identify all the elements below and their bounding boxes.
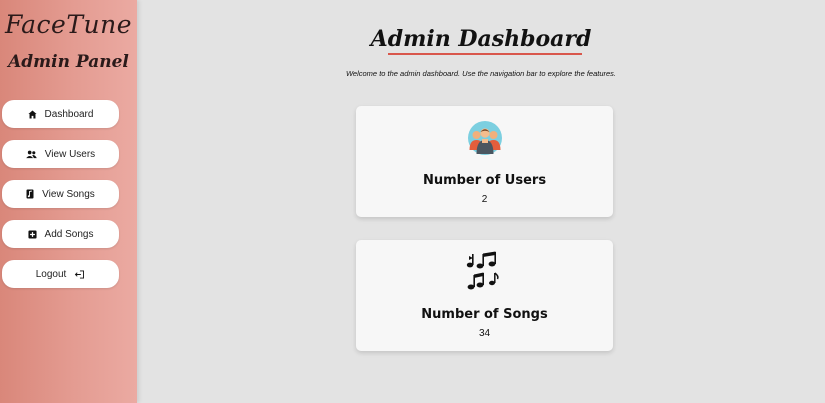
music-file-icon [26,189,34,199]
title-underline [388,53,582,55]
sidebar-item-label: View Songs [42,188,95,200]
page-title: Admin Dashboard [370,26,592,52]
card-title: Number of Songs [421,307,548,322]
users-icon [25,150,37,159]
sidebar-item-label: Add Songs [44,228,94,240]
card-value: 34 [478,328,491,339]
sidebar-item-view-songs[interactable]: View Songs [2,180,119,208]
sidebar-item-view-users[interactable]: View Users [2,140,119,168]
brand-subtitle: Admin Panel [8,52,129,72]
users-count-card: Number of Users 2 [356,106,613,217]
main-content: Admin Dashboard Welcome to the admin das… [137,0,825,403]
logout-icon [74,269,85,279]
sidebar: FaceTune Admin Panel Dashboard View User… [0,0,137,403]
users-group-icon [356,119,613,157]
brand-title: FaceTune [4,10,133,39]
card-title: Number of Users [422,173,547,188]
home-icon [27,109,37,119]
plus-square-icon [27,229,37,239]
sidebar-item-label: Dashboard [44,108,94,120]
sidebar-item-add-songs[interactable]: Add Songs [2,220,119,248]
music-notes-icon [356,249,613,295]
songs-count-card: Number of Songs 34 [356,240,613,351]
sidebar-item-label: Logout [35,268,67,280]
sidebar-item-label: View Users [44,148,96,160]
card-value: 2 [481,194,488,205]
sidebar-item-logout[interactable]: Logout [2,260,119,288]
welcome-text: Welcome to the admin dashboard. Use the … [345,69,617,78]
sidebar-item-dashboard[interactable]: Dashboard [2,100,119,128]
